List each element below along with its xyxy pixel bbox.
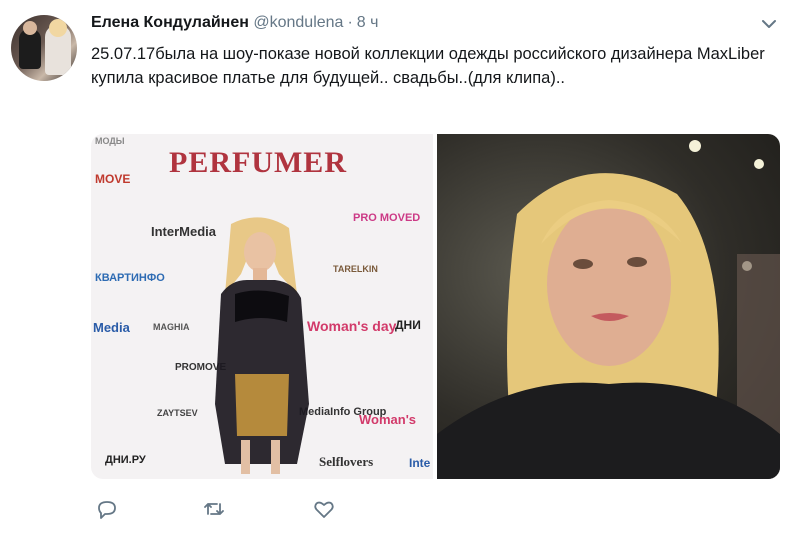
tweet-text: 25.07.17была на шоу-показе новой коллекц… bbox=[91, 45, 765, 87]
press-logo: MOVE bbox=[95, 172, 131, 186]
reply-icon[interactable] bbox=[95, 497, 119, 521]
press-logo: Media bbox=[93, 320, 130, 335]
author-name[interactable]: Елена Кондулайнен bbox=[91, 14, 249, 31]
press-logo: MAGHIA bbox=[153, 322, 190, 332]
like-icon[interactable] bbox=[312, 497, 336, 521]
press-logo: Inte bbox=[409, 456, 431, 470]
photo-press-wall[interactable]: МОДЫ PERFUMER MOVE InterMedia PRO MOVED … bbox=[91, 134, 433, 479]
photo-portrait[interactable] bbox=[437, 134, 780, 479]
avatar-face-right bbox=[49, 19, 67, 37]
press-logo: ДНИ bbox=[395, 318, 421, 332]
separator-dot: · bbox=[347, 14, 353, 31]
avatar-figure-left bbox=[19, 29, 41, 69]
tweet-header: Елена Кондулайнен @kondulena · 8 ч bbox=[91, 14, 378, 36]
tweet-media: МОДЫ PERFUMER MOVE InterMedia PRO MOVED … bbox=[91, 134, 780, 479]
author-handle[interactable]: @kondulena bbox=[253, 14, 343, 31]
press-logo: Woman's bbox=[359, 412, 417, 427]
retweet-icon[interactable] bbox=[202, 497, 226, 521]
press-logo: PERFUMER bbox=[169, 146, 347, 179]
press-logo: ДНИ.РУ bbox=[105, 454, 146, 466]
press-logo: PRO MOVED bbox=[353, 212, 421, 224]
press-logo: ZAYTSEV bbox=[157, 408, 198, 418]
woman-figure-illustration bbox=[215, 217, 309, 474]
press-logo: КВАРТИНФО bbox=[95, 272, 165, 284]
avatar-face-left bbox=[23, 21, 37, 35]
tweet-time[interactable]: 8 ч bbox=[357, 14, 379, 31]
avatar[interactable] bbox=[11, 15, 77, 81]
caret-down-icon[interactable] bbox=[760, 17, 778, 31]
portrait-illustration bbox=[437, 140, 780, 479]
press-logo: Selflovers bbox=[319, 454, 374, 469]
press-logo: МОДЫ bbox=[95, 136, 125, 146]
press-logo: TARELKIN bbox=[333, 264, 378, 274]
